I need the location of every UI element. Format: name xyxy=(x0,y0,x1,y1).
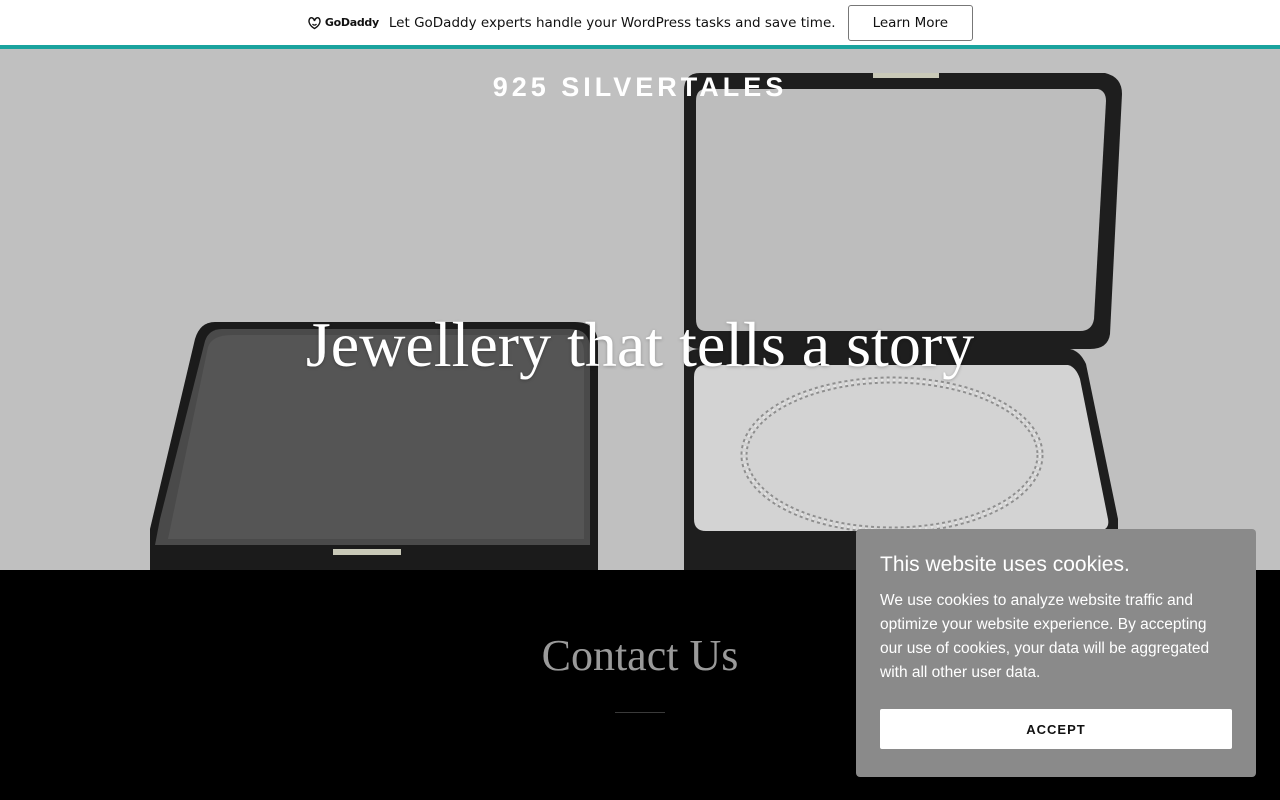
promo-banner: GoDaddy Let GoDaddy experts handle your … xyxy=(0,0,1280,45)
promo-message: Let GoDaddy experts handle your WordPres… xyxy=(388,14,836,31)
accept-cookies-button[interactable]: ACCEPT xyxy=(880,709,1232,749)
contact-divider xyxy=(615,712,665,713)
learn-more-button[interactable]: Learn More xyxy=(847,4,974,41)
cookie-dialog: This website uses cookies. We use cookie… xyxy=(856,529,1256,777)
godaddy-logo-text: GoDaddy xyxy=(324,16,379,29)
hero-tagline: Jewellery that tells a story xyxy=(305,309,975,380)
cookie-title: This website uses cookies. xyxy=(880,553,1130,576)
hero-section: 925 SILVERTALES Jewellery that tells a s… xyxy=(0,49,1280,570)
godaddy-icon xyxy=(308,16,321,29)
brand-logo[interactable]: 925 SILVERTALES xyxy=(0,72,1280,103)
cookie-message: We use cookies to analyze website traffi… xyxy=(880,592,1210,681)
godaddy-logo[interactable]: GoDaddy xyxy=(307,16,379,30)
